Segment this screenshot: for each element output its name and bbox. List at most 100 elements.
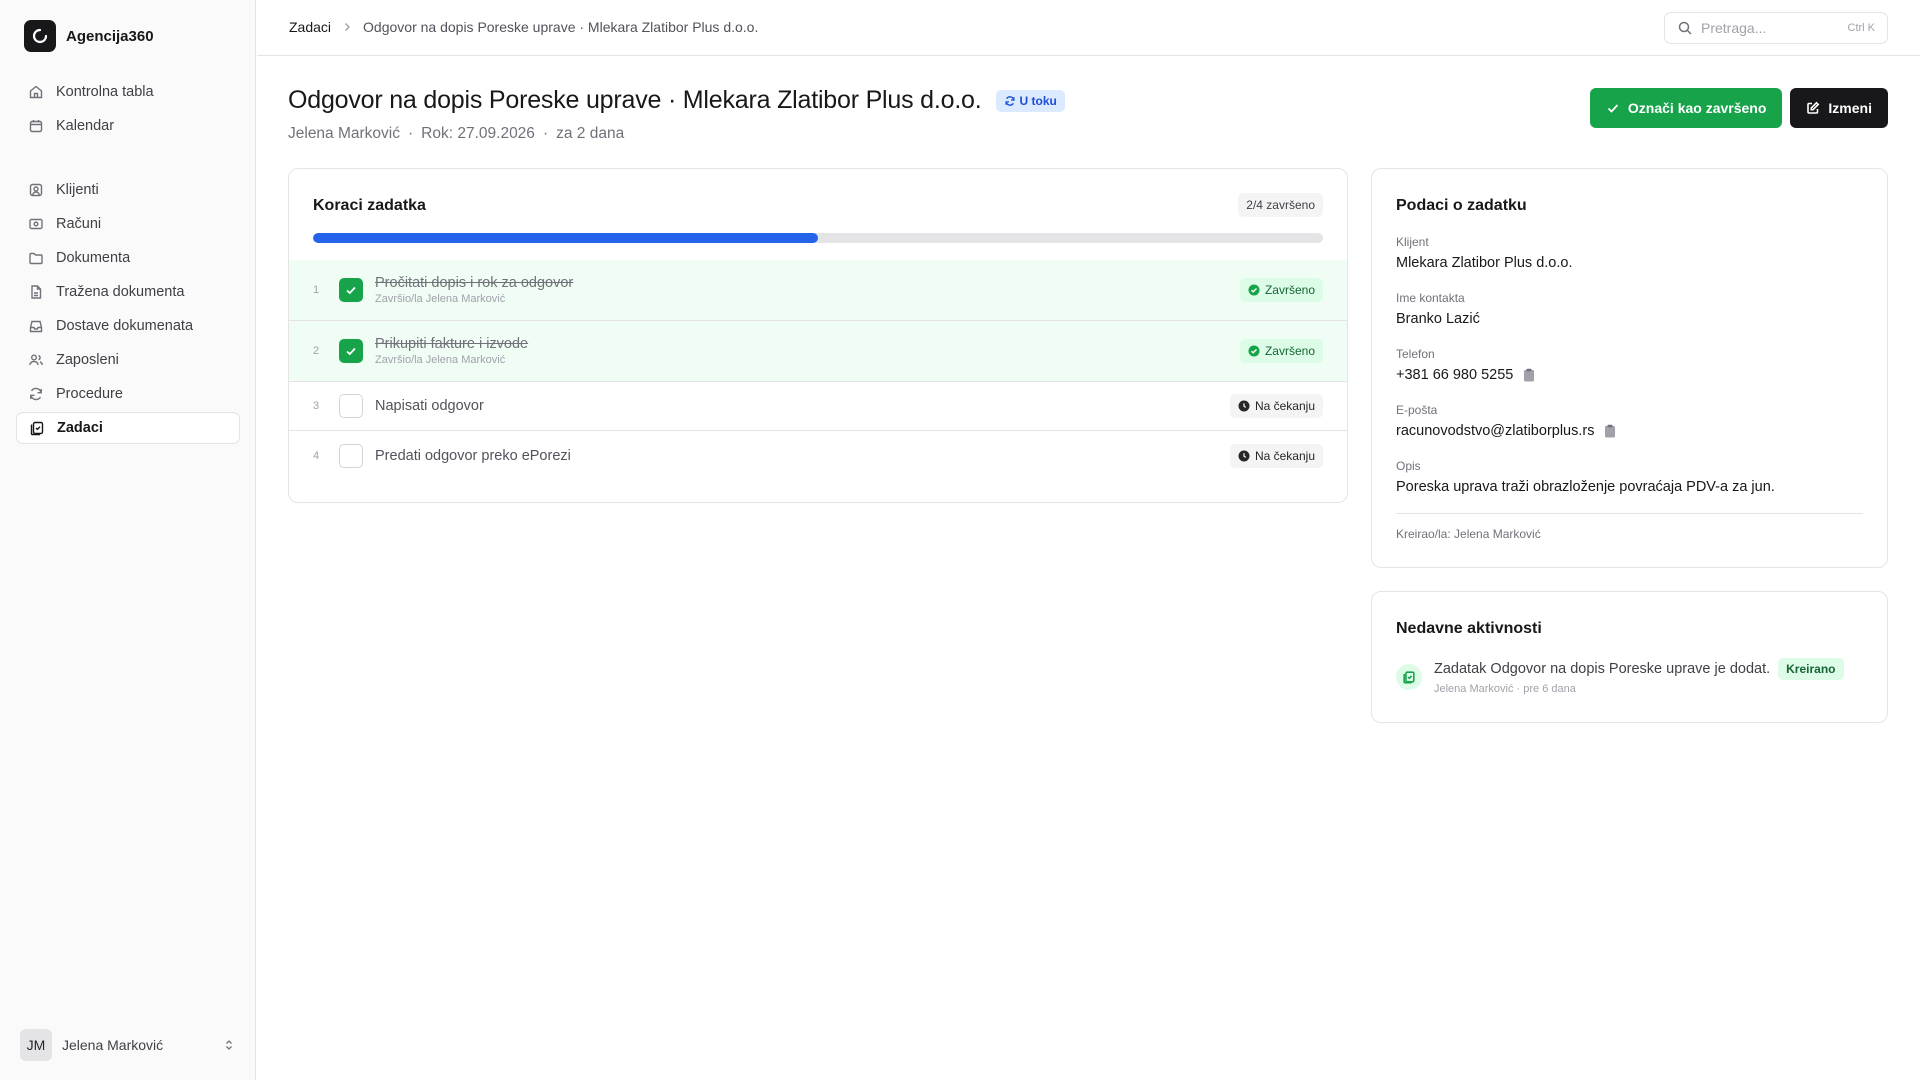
client-value[interactable]: Mlekara Zlatibor Plus d.o.o. bbox=[1396, 255, 1573, 271]
avatar: JM bbox=[20, 1029, 52, 1061]
step-completed-by: Završio/la Jelena Marković bbox=[375, 293, 506, 305]
meta-separator: · bbox=[408, 125, 414, 142]
task-details-card: Podaci o zadatku Klijent Mlekara Zlatibo… bbox=[1371, 168, 1888, 568]
contact-field: Ime kontakta Branko Lazić bbox=[1396, 291, 1480, 327]
phone-field: Telefon +381 66 980 5255 bbox=[1396, 347, 1535, 383]
step-checkbox[interactable] bbox=[339, 394, 363, 418]
sidebar-item-zadaci[interactable]: Zadaci bbox=[16, 412, 240, 444]
meta-separator: · bbox=[542, 125, 549, 142]
recent-activity-card: Nedavne aktivnosti Zadatak Odgovor na do… bbox=[1371, 591, 1888, 723]
breadcrumb-parent[interactable]: Zadaci bbox=[289, 19, 331, 35]
copy-icon[interactable] bbox=[1523, 368, 1535, 382]
step-label: Prikupiti fakture i izvode bbox=[375, 336, 529, 352]
steps-title: Koraci zadatka bbox=[313, 197, 426, 214]
client-label: Klijent bbox=[1396, 235, 1429, 249]
activity-text: Zadatak Odgovor na dopis Poreske uprave … bbox=[1434, 661, 1771, 677]
mark-complete-label: Označi kao završeno bbox=[1627, 100, 1767, 116]
edit-button[interactable]: Izmeni bbox=[1790, 88, 1888, 128]
breadcrumb: Zadaci Odgovor na dopis Poreske uprave ·… bbox=[289, 19, 758, 35]
step-checkbox[interactable] bbox=[339, 443, 363, 468]
step-checkbox[interactable] bbox=[339, 339, 363, 363]
sidebar-item-trazena-dokumenta[interactable]: Tražena dokumenta bbox=[16, 276, 240, 308]
task-meta: Jelena Marković · Rok: 27.09.2026 · za 2… bbox=[288, 125, 1065, 143]
email-label: E-pošta bbox=[1396, 403, 1438, 417]
activity-title: Nedavne aktivnosti bbox=[1396, 620, 1542, 637]
step-status-label: Na čekanju bbox=[1254, 399, 1315, 413]
step-status-badge: Završeno bbox=[1239, 278, 1323, 302]
check-circle-icon bbox=[1248, 345, 1260, 357]
team-icon bbox=[29, 354, 43, 366]
copy-icon[interactable] bbox=[1604, 424, 1616, 438]
step-number: 1 bbox=[313, 284, 320, 296]
header-actions: Označi kao završeno Izmeni bbox=[1589, 88, 1888, 128]
check-circle-icon bbox=[1248, 284, 1260, 296]
logo-icon bbox=[24, 20, 56, 52]
calendar-icon bbox=[29, 120, 43, 133]
sidebar-item-racuni[interactable]: Računi bbox=[16, 208, 240, 240]
step-status-badge: Na čekanju bbox=[1229, 443, 1323, 468]
step-number: 4 bbox=[313, 449, 320, 462]
check-icon bbox=[346, 347, 356, 356]
step-status-label: Na čekanju bbox=[1254, 448, 1315, 463]
user-menu[interactable]: JM Jelena Marković bbox=[20, 1028, 236, 1062]
divider bbox=[1396, 513, 1863, 514]
user-name: Jelena Marković bbox=[62, 1037, 164, 1053]
step-list: 1 Pročitati dopis i rok za odgovor Završ… bbox=[289, 260, 1347, 480]
step-checkbox[interactable] bbox=[339, 278, 363, 302]
breadcrumb-current: Odgovor na dopis Poreske uprave · Mlekar… bbox=[363, 19, 759, 35]
check-icon bbox=[346, 286, 356, 295]
progress-bar bbox=[313, 233, 1323, 243]
progress-fill bbox=[313, 233, 818, 243]
clock-icon bbox=[1238, 400, 1250, 412]
contact-label: Ime kontakta bbox=[1396, 291, 1465, 305]
task-relative-due: za 2 dana bbox=[556, 125, 625, 142]
search-placeholder: Pretraga... bbox=[1701, 20, 1767, 36]
chevron-up-down-icon bbox=[226, 1040, 232, 1050]
sidebar-item-zaposleni[interactable]: Zaposleni bbox=[16, 344, 240, 376]
sidebar-item-label: Tražena dokumenta bbox=[56, 284, 185, 300]
check-icon bbox=[1607, 104, 1619, 113]
step-row: 1 Pročitati dopis i rok za odgovor Završ… bbox=[289, 260, 1347, 321]
status-label: U toku bbox=[1019, 93, 1057, 108]
description-label: Opis bbox=[1396, 459, 1421, 473]
step-status-label: Završeno bbox=[1264, 344, 1315, 358]
sidebar-item-label: Zadaci bbox=[57, 420, 103, 436]
search-input[interactable]: Pretraga... Ctrl K bbox=[1664, 12, 1888, 44]
nav-top: Kontrolna tabla Kalendar bbox=[16, 76, 240, 144]
brand[interactable]: Agencija360 bbox=[24, 20, 154, 52]
sidebar-item-label: Kalendar bbox=[56, 118, 115, 134]
phone-label: Telefon bbox=[1396, 347, 1435, 361]
client-field: Klijent Mlekara Zlatibor Plus d.o.o. bbox=[1396, 235, 1573, 271]
mark-complete-button[interactable]: Označi kao završeno bbox=[1589, 88, 1783, 128]
activity-item: Zadatak Odgovor na dopis Poreske uprave … bbox=[1396, 658, 1844, 695]
description-field: Opis Poreska uprava traži obrazloženje p… bbox=[1396, 459, 1775, 495]
sidebar-item-dokumenta[interactable]: Dokumenta bbox=[16, 242, 240, 274]
sidebar-item-dostave-dokumenata[interactable]: Dostave dokumenata bbox=[16, 310, 240, 342]
sidebar-item-klijenti[interactable]: Klijenti bbox=[16, 174, 240, 206]
email-field: E-pošta racunovodstvo@zlatiborplus.rs bbox=[1396, 403, 1616, 439]
step-row: 4 Predati odgovor preko ePorezi Na čekan… bbox=[289, 431, 1347, 480]
sidebar-item-kontrolna-tabla[interactable]: Kontrolna tabla bbox=[16, 76, 240, 108]
search-shortcut: Ctrl K bbox=[1847, 22, 1876, 34]
step-label: Napisati odgovor bbox=[375, 398, 484, 414]
task-header: Odgovor na dopis Poreske uprave · Mlekar… bbox=[288, 86, 1065, 143]
sidebar-item-label: Kontrolna tabla bbox=[56, 84, 154, 100]
refresh-icon bbox=[30, 387, 42, 401]
sidebar-item-kalendar[interactable]: Kalendar bbox=[16, 110, 240, 142]
edit-label: Izmeni bbox=[1828, 100, 1872, 116]
edit-icon bbox=[1807, 101, 1820, 114]
sidebar-item-procedure[interactable]: Procedure bbox=[16, 378, 240, 410]
sidebar-item-label: Dokumenta bbox=[56, 250, 131, 266]
page-title: Odgovor na dopis Poreske uprave · Mlekar… bbox=[288, 86, 982, 114]
tasks-icon bbox=[30, 421, 44, 436]
topbar: Zadaci Odgovor na dopis Poreske uprave ·… bbox=[257, 0, 1920, 56]
step-number: 2 bbox=[313, 345, 320, 357]
step-status-label: Završeno bbox=[1264, 283, 1315, 297]
sidebar-item-label: Računi bbox=[56, 216, 102, 232]
phone-value: +381 66 980 5255 bbox=[1396, 367, 1514, 383]
sidebar: Agencija360 Kontrolna tabla Kalendar Kli… bbox=[0, 0, 256, 1080]
search-icon bbox=[1678, 21, 1692, 35]
inbox-icon bbox=[29, 320, 43, 333]
task-steps-card: Koraci zadatka 2/4 završeno 1 Pročitati … bbox=[288, 168, 1348, 503]
step-status-badge: Na čekanju bbox=[1229, 394, 1323, 418]
